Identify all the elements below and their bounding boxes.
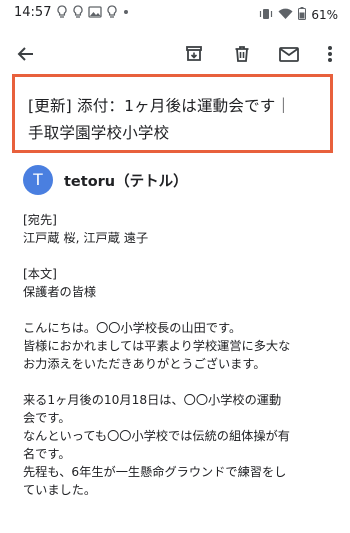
status-bar: 14:57 61% — [0, 0, 350, 28]
recipients-label: [宛先] — [23, 213, 57, 227]
bulb-icon — [56, 5, 68, 19]
mark-unread-button[interactable] — [277, 42, 301, 66]
more-vert-icon — [328, 46, 332, 62]
app-bar — [0, 34, 350, 74]
battery-percent: 61% — [311, 7, 338, 22]
subject-line-2: 手取学園学校小学校 — [28, 124, 170, 142]
battery-icon — [298, 5, 307, 24]
sender-row[interactable]: T tetoru（テトル） — [23, 164, 188, 196]
email-subject: [更新] 添付：1ヶ月後は運動会です｜ 手取学園学校小学校 — [12, 74, 333, 153]
dot-icon — [122, 8, 130, 16]
body-line: 会です。 — [23, 411, 71, 425]
body-line: 皆様におかれましては平素より学校運営に多大な — [23, 339, 291, 353]
email-body: [宛先] 江戸蔵 桜, 江戸蔵 遠子 [本文] 保護者の皆様 こんにちは。〇〇小… — [23, 211, 341, 499]
body-line: お力添えをいただきありがとうございます。 — [23, 357, 266, 371]
body-line: ていました。 — [23, 483, 97, 497]
notification-icons — [56, 5, 130, 19]
recipients: 江戸蔵 桜, 江戸蔵 遠子 — [23, 231, 149, 245]
image-icon — [88, 6, 102, 18]
archive-button[interactable] — [182, 42, 206, 66]
wifi-icon — [278, 5, 293, 24]
bulb-icon — [72, 5, 84, 19]
status-time: 14:57 — [14, 5, 52, 20]
more-options-button[interactable] — [318, 42, 342, 66]
body-line: なんといっても〇〇小学校では伝統の組体操が有 — [23, 429, 290, 443]
bulb-icon — [106, 5, 118, 19]
sender-name[interactable]: tetoru（テトル） — [64, 170, 188, 191]
back-icon — [17, 47, 33, 61]
body-label: [本文] — [23, 267, 57, 281]
subject-line-1: [更新] 添付：1ヶ月後は運動会です｜ — [28, 97, 292, 115]
body-line: 先程も、6年生が一生懸命グラウンドで練習をし — [23, 465, 287, 479]
body-line: こんにちは。〇〇小学校長の山田です。 — [23, 321, 242, 335]
salutation: 保護者の皆様 — [23, 285, 97, 299]
avatar[interactable]: T — [23, 165, 53, 195]
vibrate-icon — [259, 5, 273, 24]
body-line: 名です。 — [23, 447, 71, 461]
archive-icon — [186, 46, 202, 61]
back-button[interactable] — [14, 42, 38, 66]
mail-icon — [279, 47, 299, 62]
body-line: 来る1ヶ月後の10月18日は、〇〇小学校の運動 — [23, 393, 282, 407]
delete-icon — [235, 46, 249, 62]
status-right: 61% — [259, 5, 338, 24]
delete-button[interactable] — [230, 42, 254, 66]
